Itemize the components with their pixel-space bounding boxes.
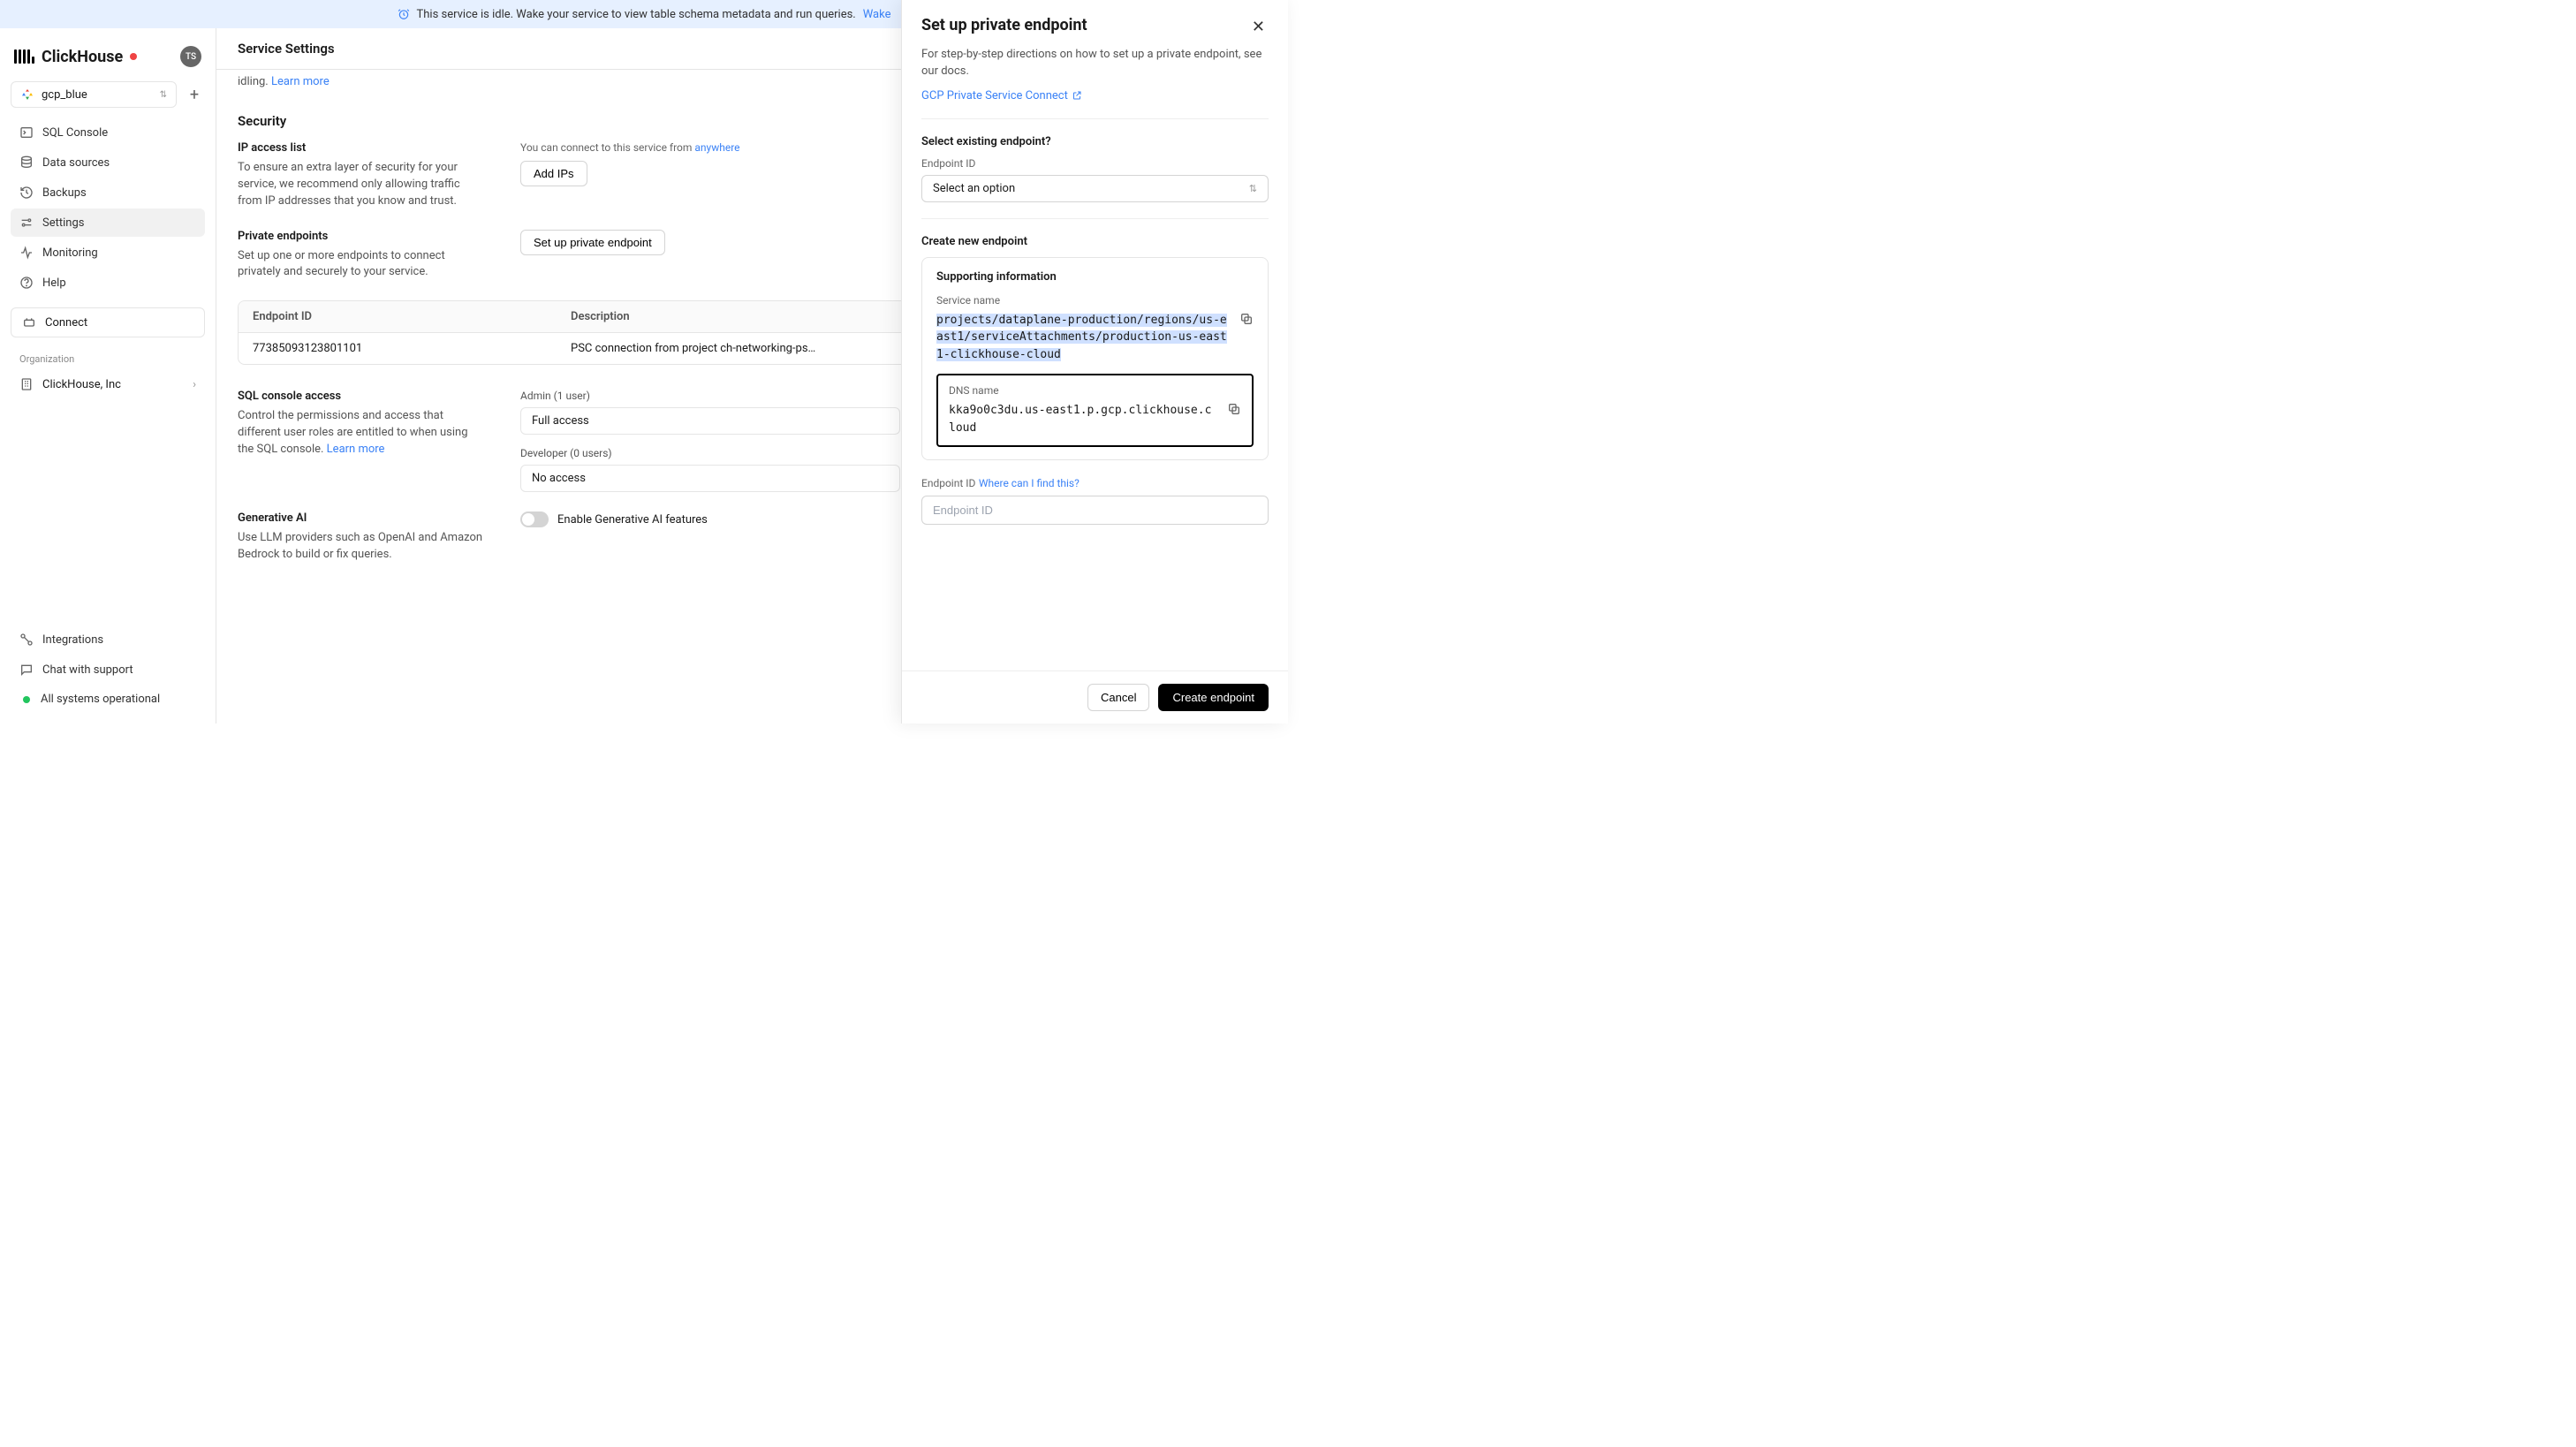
setup-endpoint-button[interactable]: Set up private endpoint xyxy=(520,230,665,255)
dns-box: DNS name kka9o0c3du.us-east1.p.gcp.click… xyxy=(936,374,1254,447)
nav-label: Data sources xyxy=(42,156,110,170)
sql-console-desc: Control the permissions and access that … xyxy=(238,408,485,458)
nav-integrations[interactable]: Integrations xyxy=(11,625,205,654)
learn-more-link[interactable]: Learn more xyxy=(327,443,385,456)
create-endpoint-button[interactable]: Create endpoint xyxy=(1158,684,1269,711)
org-name: ClickHouse, Inc xyxy=(42,378,121,391)
endpoint-id-input-label: Endpoint ID xyxy=(921,477,975,489)
plug-icon xyxy=(22,315,36,330)
docs-link[interactable]: GCP Private Service Connect xyxy=(921,89,1082,102)
col-endpoint-id: Endpoint ID xyxy=(239,301,557,332)
project-selector[interactable]: gcp_blue ⇅ xyxy=(11,81,177,108)
status-ok-dot xyxy=(23,696,30,703)
nav-backups[interactable]: Backups xyxy=(11,178,205,207)
external-link-icon xyxy=(1072,90,1082,101)
nav-list: SQL Console Data sources Backups Setting… xyxy=(11,118,205,297)
history-icon xyxy=(19,186,34,200)
private-endpoint-drawer: Set up private endpoint ✕ For step-by-st… xyxy=(901,0,1288,724)
nav-sql-console[interactable]: SQL Console xyxy=(11,118,205,147)
service-name-label: Service name xyxy=(936,294,1254,307)
gen-ai-heading: Generative AI xyxy=(238,511,485,525)
ip-access-hint: You can connect to this service from any… xyxy=(520,141,900,154)
nav-monitoring[interactable]: Monitoring xyxy=(11,239,205,267)
supporting-info-card: Supporting information Service name proj… xyxy=(921,257,1269,461)
add-project-button[interactable]: + xyxy=(184,84,205,105)
logo-row: ClickHouse TS xyxy=(11,39,205,81)
nav-settings[interactable]: Settings xyxy=(11,208,205,237)
org-label: Organization xyxy=(19,353,201,365)
ip-access-heading: IP access list xyxy=(238,141,485,155)
avatar[interactable]: TS xyxy=(180,46,201,67)
service-name-value: projects/dataplane-production/regions/us… xyxy=(936,312,1231,364)
developer-access-select[interactable]: No access xyxy=(520,465,900,492)
admin-label: Admin (1 user) xyxy=(520,390,900,402)
nav-label: Integrations xyxy=(42,633,103,647)
nav-data-sources[interactable]: Data sources xyxy=(11,148,205,177)
dns-label: DNS name xyxy=(949,384,1241,397)
endpoint-select[interactable]: Select an option ⇅ xyxy=(921,175,1269,202)
endpoint-id-input[interactable] xyxy=(921,496,1269,525)
nav-label: Settings xyxy=(42,216,84,230)
nav-label: All systems operational xyxy=(41,693,160,706)
admin-access-select[interactable]: Full access xyxy=(520,407,900,435)
chevron-updown-icon: ⇅ xyxy=(160,90,167,100)
nav-label: Backups xyxy=(42,186,87,200)
add-ips-button[interactable]: Add IPs xyxy=(520,161,587,186)
sql-console-heading: SQL console access xyxy=(238,390,485,403)
chevron-updown-icon: ⇅ xyxy=(1249,183,1257,194)
integrations-icon xyxy=(19,633,34,647)
supporting-heading: Supporting information xyxy=(936,270,1254,284)
nav-help[interactable]: Help xyxy=(11,269,205,297)
nav-system-status[interactable]: All systems operational xyxy=(11,686,205,713)
endpoint-id-label: Endpoint ID xyxy=(921,157,1269,170)
building-icon xyxy=(19,377,34,391)
sidebar: ClickHouse TS gcp_blue ⇅ + SQL Console D… xyxy=(0,28,216,724)
where-find-link[interactable]: Where can I find this? xyxy=(979,477,1080,489)
service-status-dot xyxy=(130,53,137,60)
developer-label: Developer (0 users) xyxy=(520,447,900,459)
nav-label: SQL Console xyxy=(42,126,108,140)
gen-ai-desc: Use LLM providers such as OpenAI and Ama… xyxy=(238,530,485,564)
endpoint-id-input-row: Endpoint ID Where can I find this? xyxy=(921,476,1269,490)
brand-name: ClickHouse xyxy=(42,48,123,66)
copy-icon[interactable] xyxy=(1227,402,1241,416)
connect-button[interactable]: Connect xyxy=(11,307,205,337)
dns-value: kka9o0c3du.us-east1.p.gcp.clickhouse.clo… xyxy=(949,402,1218,436)
terminal-icon xyxy=(19,125,34,140)
clock-icon xyxy=(398,8,410,20)
chat-icon xyxy=(19,663,34,677)
activity-icon xyxy=(19,246,34,260)
nav-label: Monitoring xyxy=(42,246,98,260)
sliders-icon xyxy=(19,216,34,230)
create-new-heading: Create new endpoint xyxy=(921,235,1269,248)
cancel-button[interactable]: Cancel xyxy=(1087,684,1149,711)
help-icon xyxy=(19,276,34,290)
gen-ai-toggle-label: Enable Generative AI features xyxy=(557,513,708,527)
private-endpoints-desc: Set up one or more endpoints to connect … xyxy=(238,248,485,282)
learn-more-link[interactable]: Learn more xyxy=(271,75,330,88)
project-name: gcp_blue xyxy=(42,88,153,102)
select-placeholder: Select an option xyxy=(933,182,1015,195)
banner-text: This service is idle. Wake your service … xyxy=(417,8,856,21)
private-endpoints-heading: Private endpoints xyxy=(238,230,485,243)
clickhouse-logo-icon xyxy=(14,49,34,64)
close-icon[interactable]: ✕ xyxy=(1248,16,1269,38)
copy-icon[interactable] xyxy=(1239,312,1254,326)
drawer-intro: For step-by-step directions on how to se… xyxy=(921,47,1269,80)
chevron-right-icon: › xyxy=(193,378,196,391)
database-icon xyxy=(19,155,34,170)
gen-ai-toggle[interactable] xyxy=(520,511,549,527)
select-existing-heading: Select existing endpoint? xyxy=(921,135,1269,148)
nav-label: Help xyxy=(42,277,66,290)
org-item[interactable]: ClickHouse, Inc › xyxy=(11,370,205,398)
ip-access-desc: To ensure an extra layer of security for… xyxy=(238,160,485,210)
wake-link[interactable]: Wake xyxy=(863,8,891,21)
gcp-icon xyxy=(20,87,34,102)
drawer-title: Set up private endpoint xyxy=(921,16,1087,34)
anywhere-link[interactable]: anywhere xyxy=(694,141,739,154)
nav-label: Chat with support xyxy=(42,663,133,677)
connect-label: Connect xyxy=(45,316,87,330)
nav-chat-support[interactable]: Chat with support xyxy=(11,655,205,684)
cell-endpoint-id: 77385093123801101 xyxy=(239,333,557,364)
